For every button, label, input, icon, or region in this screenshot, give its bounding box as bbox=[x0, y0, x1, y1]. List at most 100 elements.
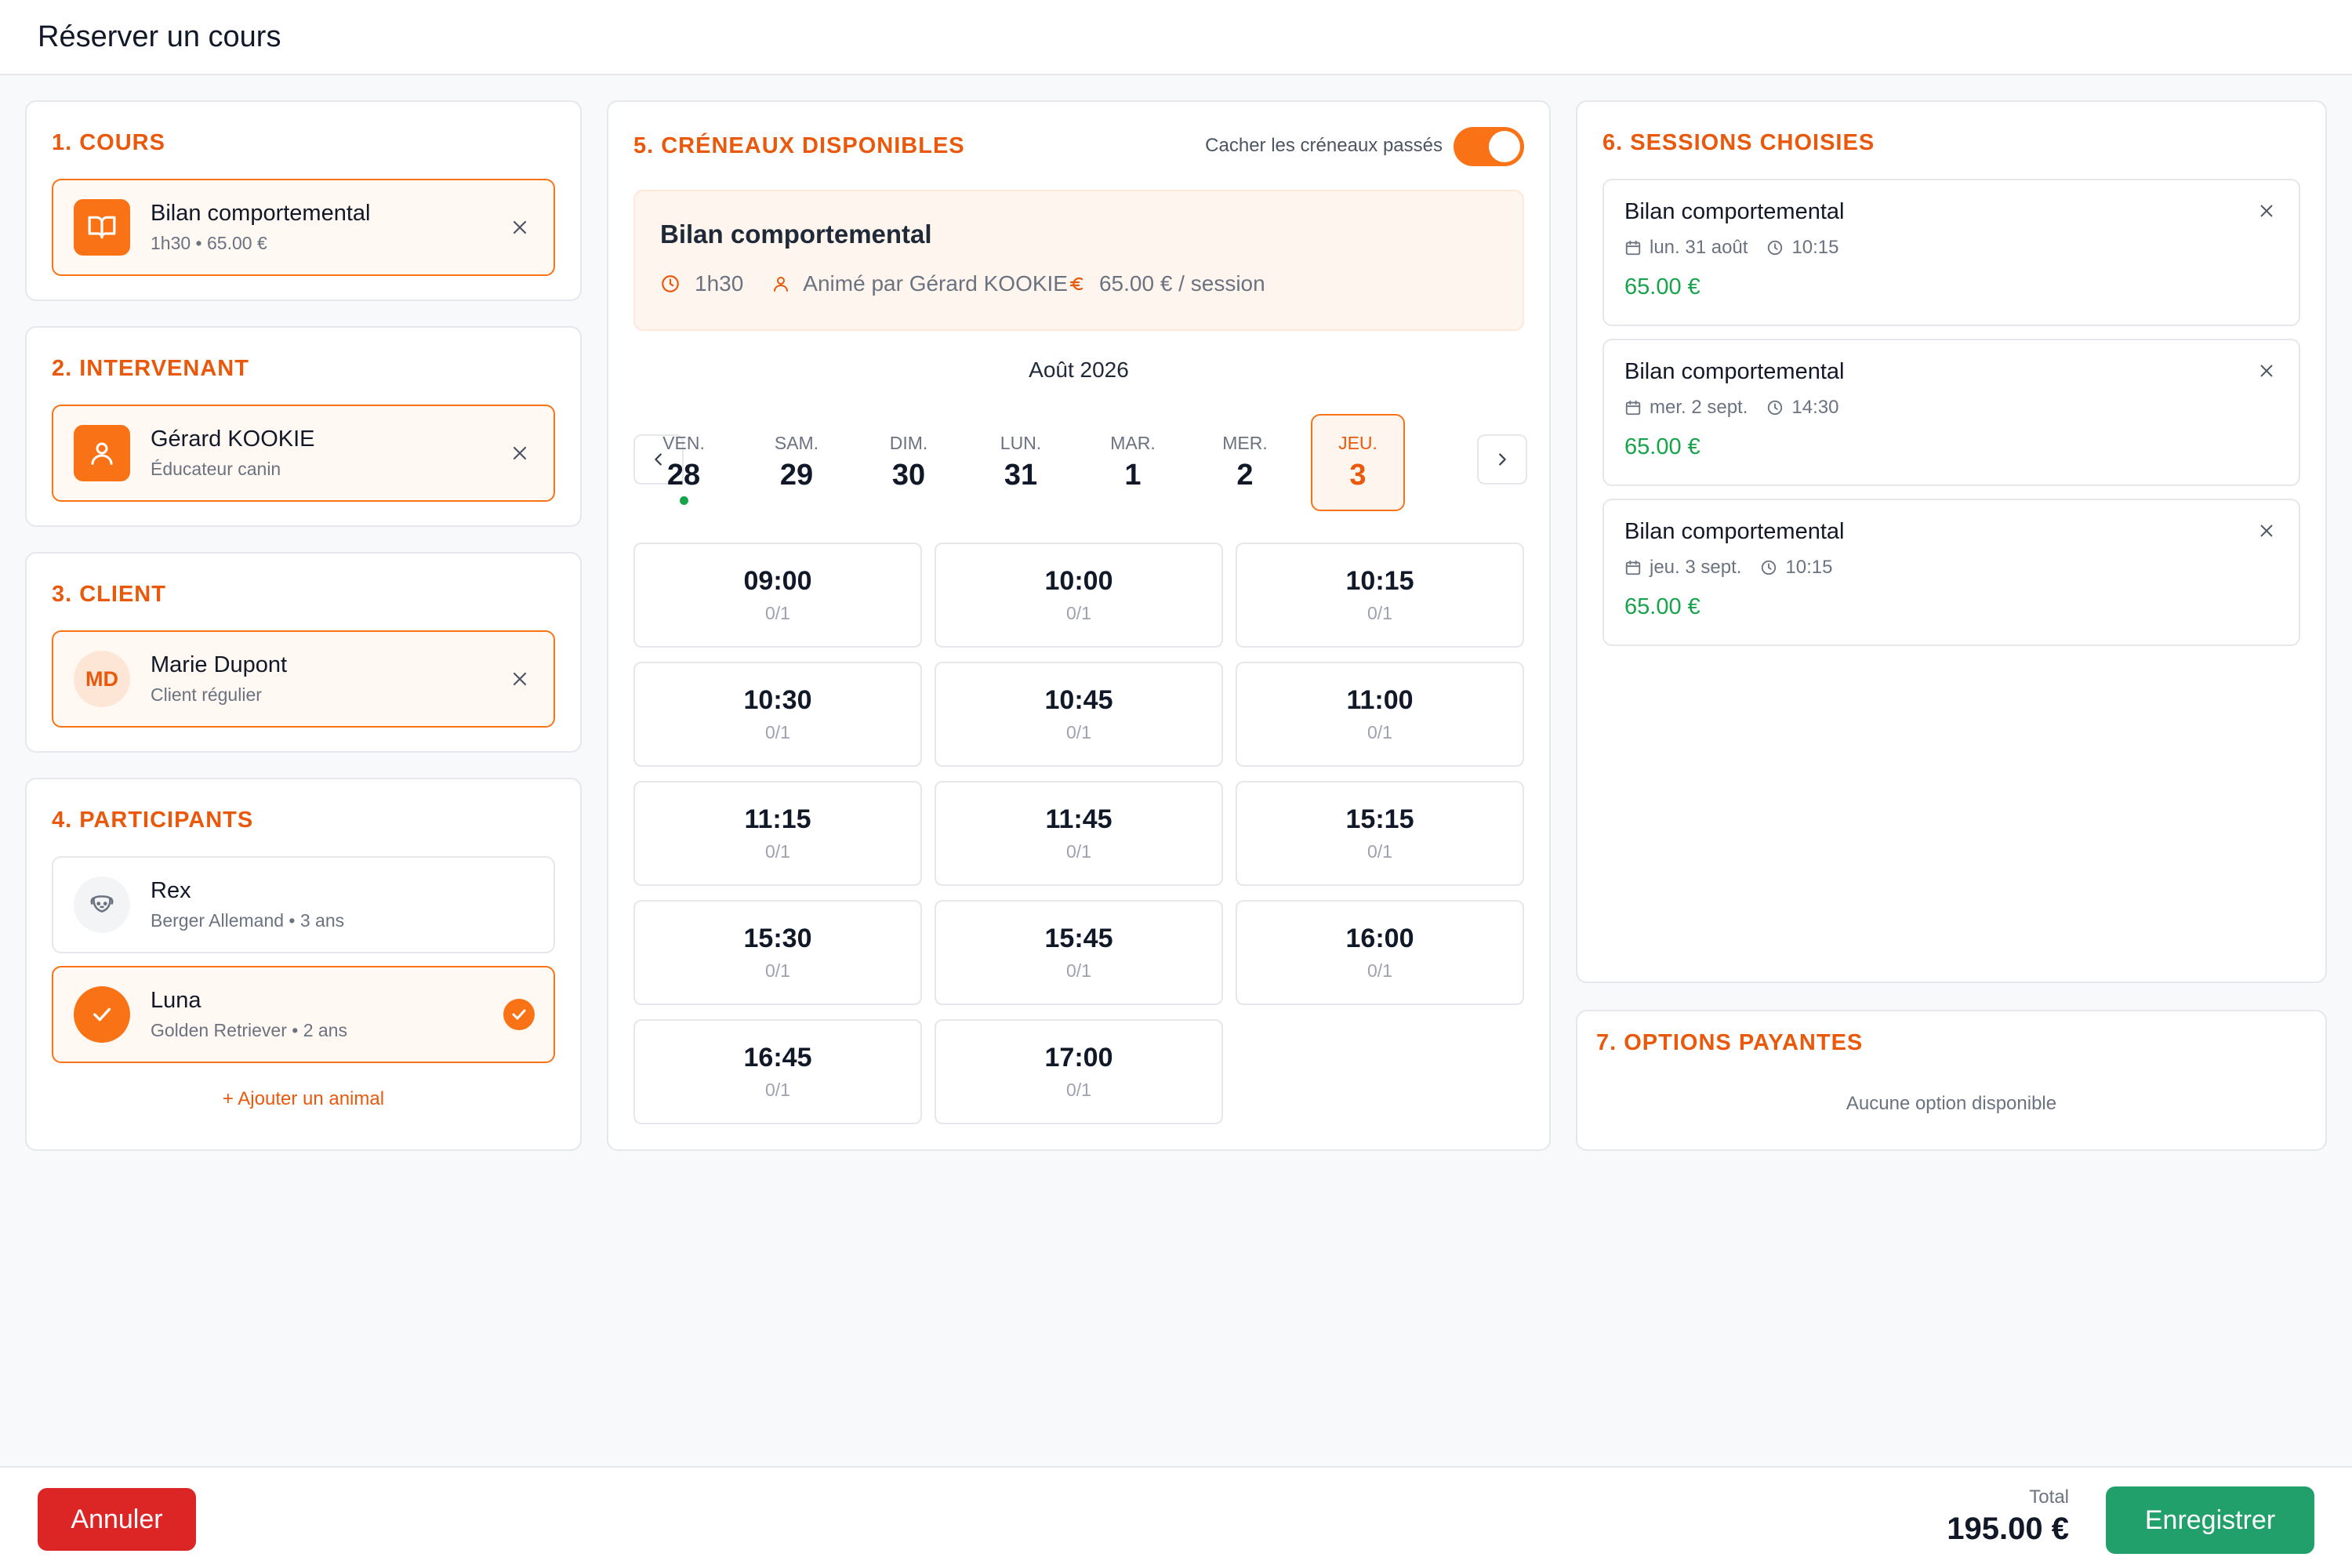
remove-session-button[interactable] bbox=[2255, 519, 2278, 543]
time-slot[interactable]: 09:00 0/1 bbox=[633, 543, 922, 648]
session-price: 65.00 € bbox=[1624, 594, 1700, 619]
time-slot[interactable]: 10:15 0/1 bbox=[1236, 543, 1524, 648]
slot-time: 15:30 bbox=[743, 924, 812, 953]
slot-time: 11:45 bbox=[1045, 804, 1112, 834]
user-icon bbox=[774, 277, 789, 292]
slot-capacity: 0/1 bbox=[1066, 1080, 1091, 1100]
time-slot[interactable]: 15:45 0/1 bbox=[935, 900, 1223, 1005]
remove-session-button[interactable] bbox=[2255, 199, 2278, 223]
instructor-section-title: 2. INTERVENANT bbox=[52, 356, 249, 381]
day-29[interactable]: SAM. 29 bbox=[750, 414, 844, 511]
time-slot[interactable]: 10:00 0/1 bbox=[935, 543, 1223, 648]
info-duration: 1h30 bbox=[695, 271, 744, 296]
add-animal-link[interactable]: + Ajouter un animal bbox=[27, 1088, 580, 1110]
session-name: Bilan comportemental bbox=[1624, 359, 1845, 384]
save-button[interactable]: Enregistrer bbox=[2106, 1486, 2314, 1554]
participant-card-rex[interactable]: Rex Berger Allemand • 3 ans bbox=[52, 856, 555, 953]
time-slot[interactable]: 15:15 0/1 bbox=[1236, 781, 1524, 886]
session-time: 14:30 bbox=[1791, 397, 1839, 418]
day-name: MER. bbox=[1222, 433, 1268, 453]
day-number: 2 bbox=[1236, 459, 1254, 492]
slot-time: 16:45 bbox=[743, 1043, 812, 1073]
total-amount: 195.00 € bbox=[1947, 1512, 2069, 1546]
time-slot[interactable]: 11:45 0/1 bbox=[935, 781, 1223, 886]
month-label: Août 2026 bbox=[1029, 358, 1129, 382]
session-price: 65.00 € bbox=[1624, 274, 1700, 299]
day-2[interactable]: MER. 2 bbox=[1198, 414, 1292, 511]
day-name: SAM. bbox=[774, 433, 819, 453]
day-30[interactable]: DIM. 30 bbox=[862, 414, 956, 511]
day-number: 31 bbox=[1004, 459, 1038, 492]
selected-client-card[interactable]: MD Marie Dupont Client régulier bbox=[52, 630, 555, 728]
time-slot[interactable]: 17:00 0/1 bbox=[935, 1019, 1223, 1124]
selected-check-icon bbox=[503, 999, 535, 1030]
slot-time: 15:45 bbox=[1044, 924, 1113, 953]
session-time: 10:15 bbox=[1785, 557, 1833, 578]
slot-time: 15:15 bbox=[1345, 804, 1414, 834]
slot-time: 09:00 bbox=[743, 566, 812, 596]
course-panel: 1. COURS Bilan comportemental 1h30 • 65.… bbox=[25, 100, 582, 301]
day-31[interactable]: LUN. 31 bbox=[974, 414, 1068, 511]
remove-instructor-button[interactable] bbox=[506, 440, 533, 466]
participant-name: Rex bbox=[151, 878, 191, 903]
hide-past-slots-label: Cacher les créneaux passés bbox=[1205, 135, 1443, 156]
participant-card-luna[interactable]: Luna Golden Retriever • 2 ans bbox=[52, 966, 555, 1063]
participant-details: Berger Allemand • 3 ans bbox=[151, 910, 345, 931]
time-slot[interactable]: 10:45 0/1 bbox=[935, 662, 1223, 767]
slot-capacity: 0/1 bbox=[1066, 603, 1091, 623]
time-slot[interactable]: 11:15 0/1 bbox=[633, 781, 922, 886]
day-name: VEN. bbox=[662, 433, 705, 453]
time-slot[interactable]: 11:00 0/1 bbox=[1236, 662, 1524, 767]
session-meta: lun. 31 août 10:15 bbox=[1624, 237, 1839, 259]
day-1[interactable]: MAR. 1 bbox=[1086, 414, 1180, 511]
day-name: LUN. bbox=[1000, 433, 1042, 453]
user-icon bbox=[74, 425, 130, 481]
time-slot[interactable]: 16:00 0/1 bbox=[1236, 900, 1524, 1005]
remove-session-button[interactable] bbox=[2255, 359, 2278, 383]
selected-course-card[interactable]: Bilan comportemental 1h30 • 65.00 € bbox=[52, 179, 555, 276]
slot-time: 11:15 bbox=[744, 804, 811, 834]
options-section-title: 7. OPTIONS PAYANTES bbox=[1596, 1030, 1864, 1055]
slot-time: 10:00 bbox=[1044, 566, 1113, 596]
clock-icon bbox=[662, 275, 679, 292]
slot-capacity: 0/1 bbox=[1367, 603, 1392, 623]
total-label: Total bbox=[2029, 1486, 2069, 1508]
session-card: Bilan comportemental lun. 31 août 10:15 65.… bbox=[1602, 179, 2300, 326]
sessions-panel: 6. SESSIONS CHOISIES Bilan comportementa… bbox=[1576, 100, 2327, 983]
remove-course-button[interactable] bbox=[506, 214, 533, 241]
course-info-box: Bilan comportemental 1h30 Animé par Géra… bbox=[633, 190, 1524, 331]
course-name: Bilan comportemental bbox=[151, 201, 371, 226]
session-name: Bilan comportemental bbox=[1624, 199, 1845, 224]
check-icon bbox=[74, 986, 130, 1043]
time-slot[interactable]: 15:30 0/1 bbox=[633, 900, 922, 1005]
day-name: MAR. bbox=[1110, 433, 1156, 453]
time-slot[interactable]: 16:45 0/1 bbox=[633, 1019, 922, 1124]
time-slot[interactable]: 10:30 0/1 bbox=[633, 662, 922, 767]
day-28[interactable]: VEN. 28 bbox=[637, 414, 731, 511]
client-panel: 3. CLIENT MD Marie Dupont Client régulie… bbox=[25, 552, 582, 753]
slot-time: 10:15 bbox=[1345, 566, 1414, 596]
day-3[interactable]: JEU. 3 bbox=[1311, 414, 1405, 511]
slot-time: 10:30 bbox=[743, 685, 812, 715]
session-date: lun. 31 août bbox=[1650, 237, 1748, 258]
cancel-button[interactable]: Annuler bbox=[38, 1488, 196, 1551]
info-animator: Animé par Gérard KOOKIE bbox=[803, 271, 1068, 296]
slot-capacity: 0/1 bbox=[1367, 722, 1392, 742]
hide-past-slots-toggle[interactable] bbox=[1454, 127, 1524, 166]
selected-instructor-card[interactable]: Gérard KOOKIE Éducateur canin bbox=[52, 405, 555, 502]
participant-details: Golden Retriever • 2 ans bbox=[151, 1020, 347, 1040]
instructor-panel: 2. INTERVENANT Gérard KOOKIE Éducateur c… bbox=[25, 326, 582, 527]
session-name: Bilan comportemental bbox=[1624, 519, 1845, 544]
next-days-button[interactable] bbox=[1477, 434, 1527, 485]
participants-section-title: 4. PARTICIPANTS bbox=[52, 808, 254, 833]
day-number: 30 bbox=[891, 459, 926, 492]
close-icon bbox=[513, 220, 527, 234]
info-price: 65.00 € / session bbox=[1098, 271, 1265, 296]
participants-panel: 4. PARTICIPANTS Rex Berger Allemand • 3 … bbox=[25, 778, 582, 1151]
remove-client-button[interactable] bbox=[506, 666, 533, 692]
clock-icon bbox=[1768, 240, 1783, 256]
book-icon bbox=[74, 199, 130, 256]
slot-capacity: 0/1 bbox=[765, 960, 790, 981]
day-number: 28 bbox=[666, 459, 701, 492]
chevron-right-icon bbox=[1499, 453, 1506, 466]
